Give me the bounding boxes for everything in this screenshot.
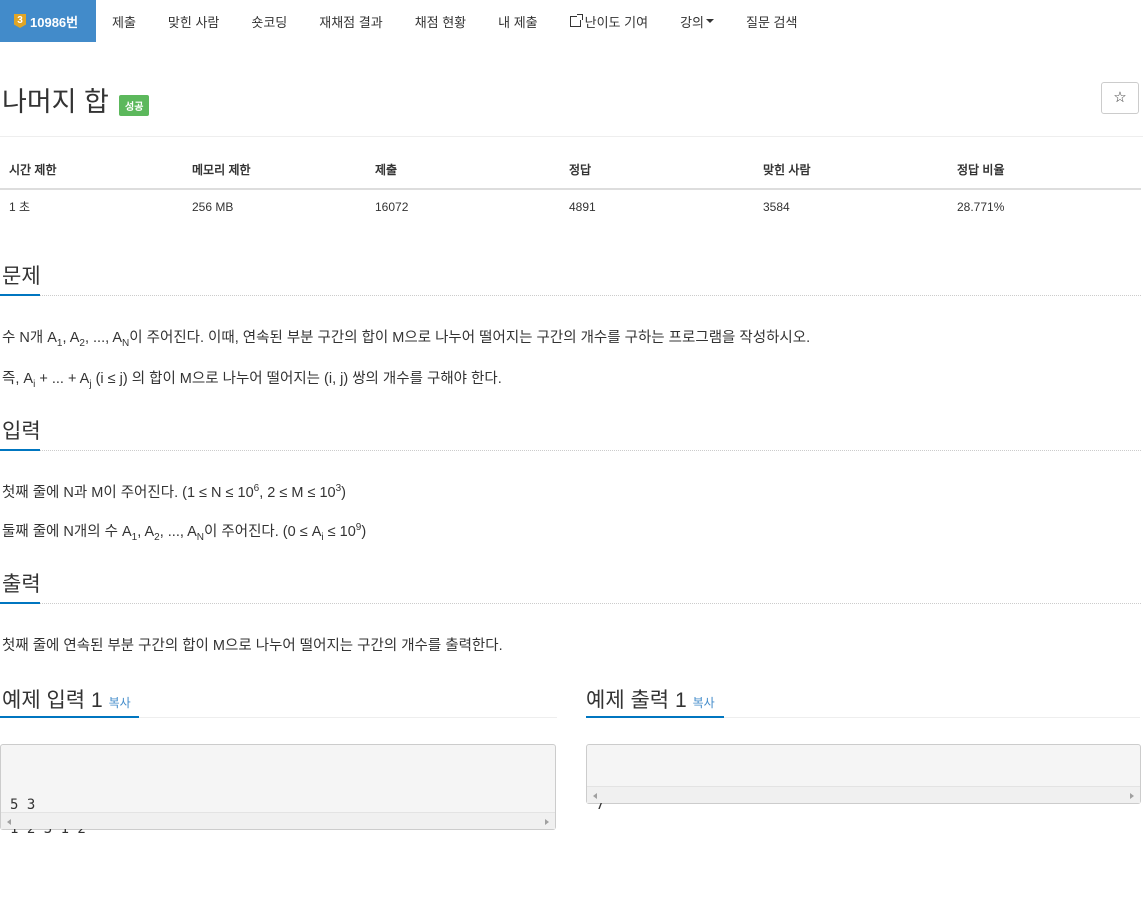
output-heading: 출력 — [2, 573, 41, 596]
sample-output-scrollbar[interactable] — [587, 786, 1140, 803]
sample-input-divider — [139, 717, 557, 718]
problem-heading-underline — [0, 294, 40, 296]
tier-badge-icon: 3 — [14, 14, 26, 28]
star-button[interactable]: ☆ — [1101, 82, 1139, 114]
output-description: 첫째 줄에 연속된 부분 구간의 합이 M으로 나누어 떨어지는 구간의 개수를… — [2, 638, 503, 654]
problem-description-1: 수 N개 A1, A2, ..., AN이 주어진다. 이때, 연속된 부분 구… — [2, 330, 811, 349]
copy-input-button[interactable]: 복사 — [109, 696, 131, 710]
table-row: 1 초 256 MB 16072 4891 3584 28.771% — [0, 189, 1141, 223]
sample-output-box[interactable]: 7 — [586, 744, 1141, 813]
submissions-value: 16072 — [375, 199, 409, 214]
status-badge: 성공 — [119, 95, 150, 116]
sample-input-heading: 예제 입력 1 복사 — [2, 684, 131, 714]
solved-users-value: 3584 — [763, 199, 790, 214]
col-memory-limit: 메모리 제한 — [183, 158, 366, 190]
scroll-right-icon[interactable] — [1130, 793, 1134, 799]
nav-difficulty-contribution[interactable]: 난이도 기여 — [554, 0, 664, 42]
nav-lectures-label: 강의 — [680, 14, 704, 30]
page-title: 나머지 합 — [2, 87, 109, 117]
caret-down-icon — [705, 19, 714, 23]
output-heading-divider — [40, 603, 1141, 604]
problem-heading-divider — [40, 295, 1141, 296]
nav-difficulty-label: 난이도 기여 — [584, 14, 649, 30]
scroll-left-icon[interactable] — [7, 819, 11, 825]
col-solved-users: 맞힌 사람 — [754, 158, 948, 190]
copy-output-button[interactable]: 복사 — [693, 696, 715, 710]
nav-question-search[interactable]: 질문 검색 — [730, 0, 813, 42]
memory-limit-value: 256 MB — [192, 199, 234, 214]
problem-id: 10986번 — [30, 14, 79, 30]
col-time-limit: 시간 제한 — [0, 158, 183, 190]
sample-input-title: 예제 입력 1 — [2, 689, 103, 712]
nav-my-submissions[interactable]: 내 제출 — [482, 0, 554, 42]
input-description-1: 첫째 줄에 N과 M이 주어진다. (1 ≤ N ≤ 106, 2 ≤ M ≤ … — [2, 483, 346, 501]
title-divider — [0, 136, 1143, 137]
external-link-icon — [569, 13, 583, 27]
output-heading-underline — [0, 602, 40, 604]
problem-nav: 3 10986번 제출 맞힌 사람 숏코딩 재채점 결과 채점 현황 내 제출 … — [0, 0, 1143, 42]
sample-output-title: 예제 출력 1 — [586, 689, 687, 712]
nav-rejudge[interactable]: 재채점 결과 — [303, 0, 398, 42]
sample-output-underline — [586, 716, 724, 718]
problem-info-table: 시간 제한 메모리 제한 제출 정답 맞힌 사람 정답 비율 1 초 256 M… — [0, 158, 1141, 223]
problem-description-2: 즉, Ai + ... + Aj (i ≤ j) 의 합이 M으로 나누어 떨어… — [2, 371, 502, 390]
nav-lectures[interactable]: 강의 — [664, 0, 730, 42]
col-accepted: 정답 — [560, 158, 754, 190]
input-description-2: 둘째 줄에 N개의 수 A1, A2, ..., AN이 주어진다. (0 ≤ … — [2, 522, 367, 543]
time-limit-value: 1 초 — [9, 200, 31, 214]
col-submissions: 제출 — [366, 158, 560, 190]
nav-short-coding[interactable]: 숏코딩 — [235, 0, 303, 42]
col-accept-rate: 정답 비율 — [948, 158, 1141, 190]
scroll-left-icon[interactable] — [593, 793, 597, 799]
problem-heading: 문제 — [2, 265, 41, 288]
nav-solved-users[interactable]: 맞힌 사람 — [152, 0, 235, 42]
input-heading: 입력 — [2, 420, 41, 443]
sample-input-scrollbar[interactable] — [1, 812, 555, 829]
input-heading-divider — [40, 450, 1141, 451]
sample-output-heading: 예제 출력 1 복사 — [586, 684, 715, 714]
sample-input-box[interactable]: 5 3 1 2 3 1 2 — [0, 744, 556, 837]
nav-status[interactable]: 채점 현황 — [399, 0, 482, 42]
sample-output-divider — [724, 717, 1140, 718]
accept-rate-value: 28.771% — [957, 199, 1005, 214]
accepted-value: 4891 — [569, 199, 596, 214]
sample-input-underline — [0, 716, 139, 718]
input-heading-underline — [0, 449, 40, 451]
nav-problem-tab[interactable]: 3 10986번 — [0, 0, 96, 42]
nav-submit[interactable]: 제출 — [96, 0, 152, 42]
star-icon: ☆ — [1113, 89, 1127, 106]
table-header-row: 시간 제한 메모리 제한 제출 정답 맞힌 사람 정답 비율 — [0, 158, 1141, 190]
scroll-right-icon[interactable] — [545, 819, 549, 825]
